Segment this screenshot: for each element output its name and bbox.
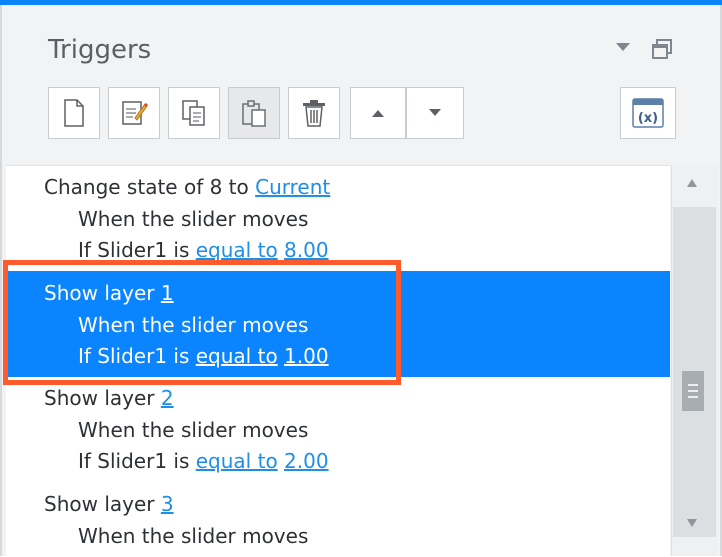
trigger-item[interactable]: Change state of 8 to Current When the sl… <box>6 166 670 266</box>
delete-trigger-button[interactable] <box>288 87 340 139</box>
condition-operator-link[interactable]: equal to <box>196 449 278 473</box>
new-document-icon <box>64 99 84 127</box>
triangle-down-icon <box>429 109 441 116</box>
edit-trigger-button[interactable] <box>108 87 160 139</box>
trigger-condition: If Slider1 is equal to 2.00 <box>78 449 329 473</box>
trigger-item[interactable]: Show layer 2 When the slider moves If Sl… <box>6 377 670 483</box>
scroll-up-icon[interactable] <box>687 179 697 187</box>
copy-icon <box>182 100 205 126</box>
new-trigger-button[interactable] <box>48 87 100 139</box>
edit-pencil-icon <box>122 101 148 125</box>
trigger-action: Change state of 8 to Current <box>44 175 331 199</box>
scroll-thumb[interactable] <box>682 371 704 411</box>
trigger-condition: If Slider1 is equal to 8.00 <box>78 238 329 262</box>
condition-operator-link[interactable]: equal to <box>196 238 278 262</box>
scroll-down-icon[interactable] <box>687 519 697 527</box>
variables-button[interactable]: (x) <box>620 87 676 139</box>
highlight-annotation <box>3 260 401 385</box>
trigger-target-link[interactable]: 3 <box>161 492 174 516</box>
trigger-event: When the slider moves <box>78 418 309 442</box>
trigger-item[interactable]: Show layer 3 When the slider moves <box>6 483 670 557</box>
trigger-list-scrollbar[interactable] <box>671 165 717 556</box>
trigger-action: Show layer 2 <box>44 386 174 410</box>
move-down-button[interactable] <box>406 87 464 139</box>
condition-value-link[interactable]: 2.00 <box>284 449 329 473</box>
paste-icon <box>242 100 266 127</box>
trigger-target-link[interactable]: Current <box>255 175 330 199</box>
condition-value-link[interactable]: 8.00 <box>284 238 329 262</box>
copy-trigger-button[interactable] <box>168 87 220 139</box>
svg-text:(x): (x) <box>638 111 658 126</box>
dropdown-icon[interactable] <box>616 43 630 51</box>
move-up-button[interactable] <box>350 87 406 139</box>
panel-title: Triggers <box>48 35 152 65</box>
variables-icon: (x) <box>632 98 664 128</box>
trigger-action: Show layer 3 <box>44 492 174 516</box>
undock-window-icon[interactable] <box>652 39 672 59</box>
trigger-event: When the slider moves <box>78 207 309 231</box>
triangle-up-icon <box>372 110 384 117</box>
trigger-event: When the slider moves <box>78 524 309 548</box>
trash-icon <box>303 100 325 127</box>
trigger-target-link[interactable]: 2 <box>161 386 174 410</box>
paste-trigger-button[interactable] <box>228 87 280 139</box>
